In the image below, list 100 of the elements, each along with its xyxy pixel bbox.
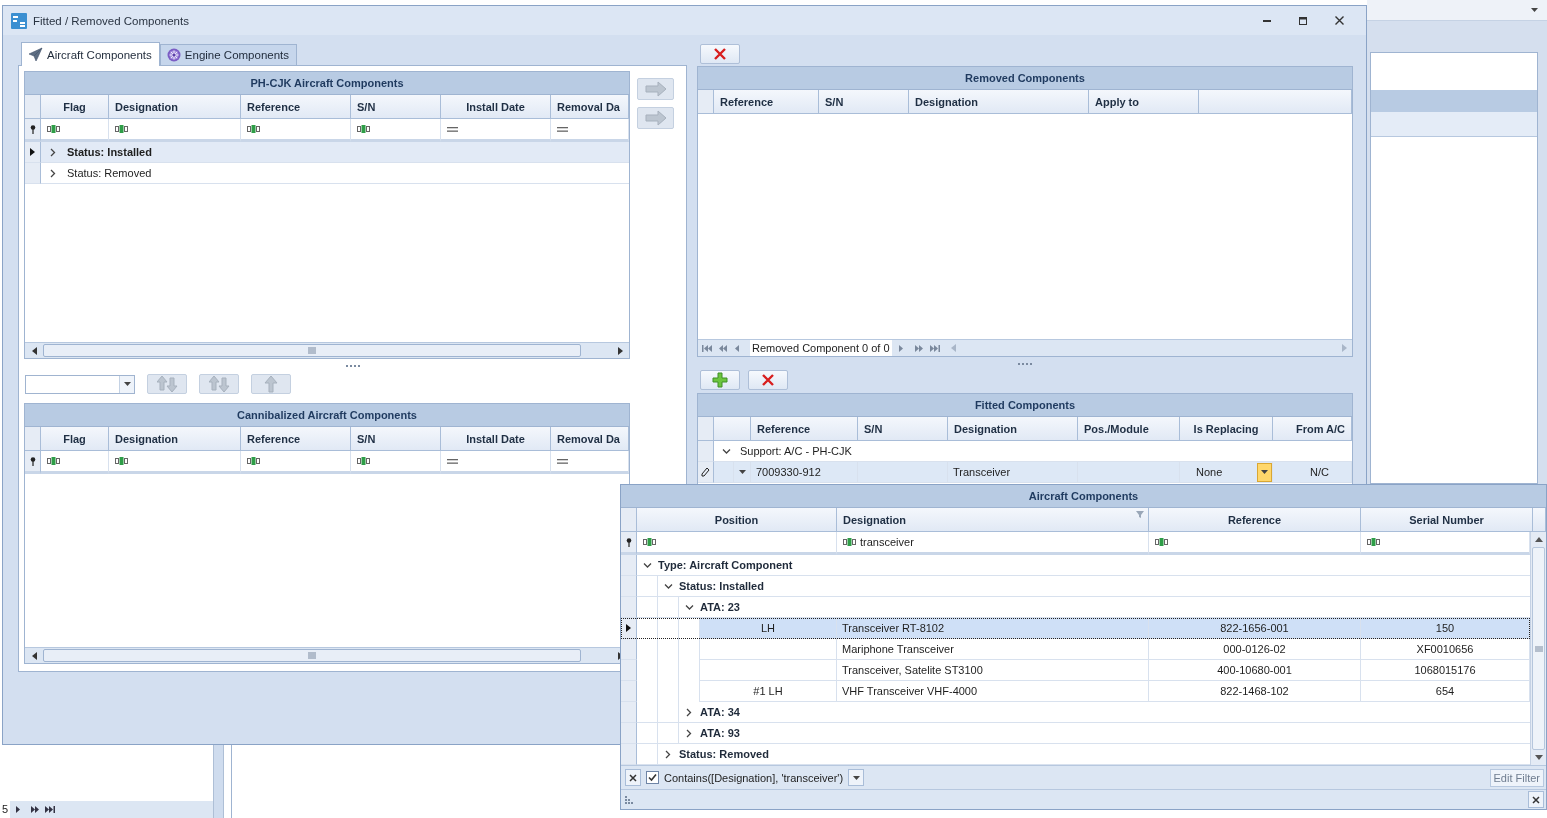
group-row[interactable]: Status: Installed (25, 142, 629, 163)
last-record-button[interactable] (929, 343, 940, 353)
equals-icon (447, 125, 458, 133)
first-record-button[interactable] (702, 343, 712, 353)
vertical-scrollbar[interactable] (1530, 532, 1546, 765)
column-header[interactable]: S/N (351, 427, 441, 451)
column-header[interactable]: Designation (948, 417, 1078, 441)
scrollbar-thumb[interactable] (43, 649, 581, 662)
size-grip-icon (625, 795, 633, 804)
filter-cell[interactable] (241, 451, 351, 474)
previous-page-button[interactable] (718, 343, 728, 353)
up-down-arrows-icon (208, 375, 230, 393)
group-row[interactable]: Type: Aircraft Component (621, 555, 1530, 576)
splitter-handle[interactable] (1018, 362, 1032, 365)
minimize-icon (1263, 19, 1271, 22)
group-label: Status: Removed (679, 747, 769, 762)
group-row[interactable]: Status: Removed (25, 163, 629, 184)
filter-cell[interactable] (1149, 532, 1361, 555)
table-cell: Mariphone Transceiver (837, 639, 1149, 660)
column-header[interactable]: Flag (41, 95, 109, 119)
add-button[interactable] (700, 370, 740, 390)
pin-icon (29, 456, 36, 466)
group-label: Type: Aircraft Component (658, 558, 793, 573)
column-header[interactable]: Install Date (441, 95, 551, 119)
scrollbar-thumb[interactable] (43, 344, 581, 357)
column-header[interactable]: Removal Da (551, 427, 629, 451)
grid-title: Removed Components (698, 67, 1352, 90)
delete-button[interactable] (700, 44, 740, 64)
table-row[interactable]: #1 LH VHF Transceiver VHF-4000 822-1468-102 654 (621, 681, 1530, 702)
column-header[interactable]: Reference (714, 90, 819, 114)
left-arrow-icon (30, 345, 38, 356)
group-row[interactable]: Status: Installed (621, 576, 1530, 597)
column-header[interactable]: Serial Number (1361, 508, 1533, 532)
text-filter-icon (357, 124, 370, 134)
filter-cell[interactable] (109, 451, 241, 474)
column-header[interactable]: Designation (837, 508, 1149, 532)
column-header[interactable]: Reference (241, 427, 351, 451)
close-icon (1334, 16, 1344, 25)
edit-filter-button[interactable]: Edit Filter (1489, 768, 1544, 787)
filter-cell[interactable] (41, 451, 109, 474)
checkbox[interactable] (646, 771, 659, 784)
clear-filter-button[interactable] (625, 769, 641, 786)
equals-icon (557, 457, 568, 465)
table-row[interactable]: 7009330-912 Transceiver None N/C (698, 462, 1352, 483)
left-arrow-icon (30, 650, 38, 661)
table-row[interactable]: LH Transceiver RT-8102 822-1656-001 150 (621, 618, 1530, 639)
last-page-button[interactable] (45, 805, 56, 814)
table-row[interactable]: Transceiver, Satelite ST3100 400-10680-001 1068015176 (621, 660, 1530, 681)
row-pointer-icon (626, 624, 631, 632)
column-header[interactable]: Designation (909, 90, 1089, 114)
filter-cell[interactable] (441, 451, 551, 474)
column-header[interactable]: Flag (41, 427, 109, 451)
dropdown-field[interactable] (25, 374, 135, 394)
grip-icon (308, 652, 316, 659)
dropdown-button[interactable] (1257, 462, 1272, 482)
tab[interactable]: Aircraft Components (21, 42, 160, 66)
group-row[interactable]: ATA: 34 (621, 702, 1530, 723)
up-arrow-icon (264, 375, 278, 393)
caret-icon (1531, 8, 1538, 12)
filter-cell[interactable]: transceiver (837, 532, 1149, 555)
horizontal-scrollbar[interactable] (25, 342, 629, 358)
column-header[interactable]: Reference (1149, 508, 1361, 532)
row-indicator (621, 681, 637, 702)
group-row[interactable]: ATA: 93 (621, 723, 1530, 744)
text-filter-icon (115, 456, 128, 466)
next-pages-button[interactable] (30, 805, 41, 814)
column-header[interactable]: Is Replacing (1180, 417, 1273, 441)
column-header[interactable]: Designation (109, 427, 241, 451)
column-header[interactable]: Install Date (441, 427, 551, 451)
close-icon (629, 773, 637, 782)
close-button[interactable] (1528, 791, 1544, 808)
tab[interactable]: Engine Components (159, 44, 298, 65)
scroll-right-button[interactable] (615, 345, 625, 356)
table-row[interactable]: Mariphone Transceiver 000-0126-02 XF0010656 (621, 639, 1530, 660)
column-header[interactable]: Reference (751, 417, 858, 441)
column-header[interactable]: S/N (819, 90, 909, 114)
filter-cell[interactable] (551, 451, 629, 474)
column-header[interactable]: S/N (351, 95, 441, 119)
column-header[interactable]: S/N (858, 417, 948, 441)
splitter-handle[interactable] (345, 364, 360, 367)
row-indicator (621, 702, 637, 723)
expand-detail-button[interactable] (734, 462, 751, 483)
page-number: 5 (0, 801, 11, 818)
filter-history-button[interactable] (848, 769, 865, 786)
column-header[interactable]: Removal Da (551, 95, 629, 119)
column-header[interactable]: Pos./Module (1078, 417, 1180, 441)
filter-cell[interactable] (637, 532, 837, 555)
grid-title: PH-CJK Aircraft Components (25, 72, 629, 95)
filter-cell[interactable] (351, 451, 441, 474)
pin-icon (625, 537, 632, 547)
column-header[interactable]: Reference (241, 95, 351, 119)
caret-icon (738, 470, 746, 474)
scrollbar-thumb[interactable] (1532, 547, 1545, 750)
column-header[interactable]: Apply to (1089, 90, 1199, 114)
column-header[interactable]: Designation (109, 95, 241, 119)
delete-button[interactable] (748, 370, 788, 390)
column-header[interactable]: From A/C (1273, 417, 1352, 441)
dropdown-field[interactable]: None (1180, 462, 1273, 483)
caret-icon (123, 382, 131, 386)
column-header[interactable]: Position (637, 508, 837, 532)
